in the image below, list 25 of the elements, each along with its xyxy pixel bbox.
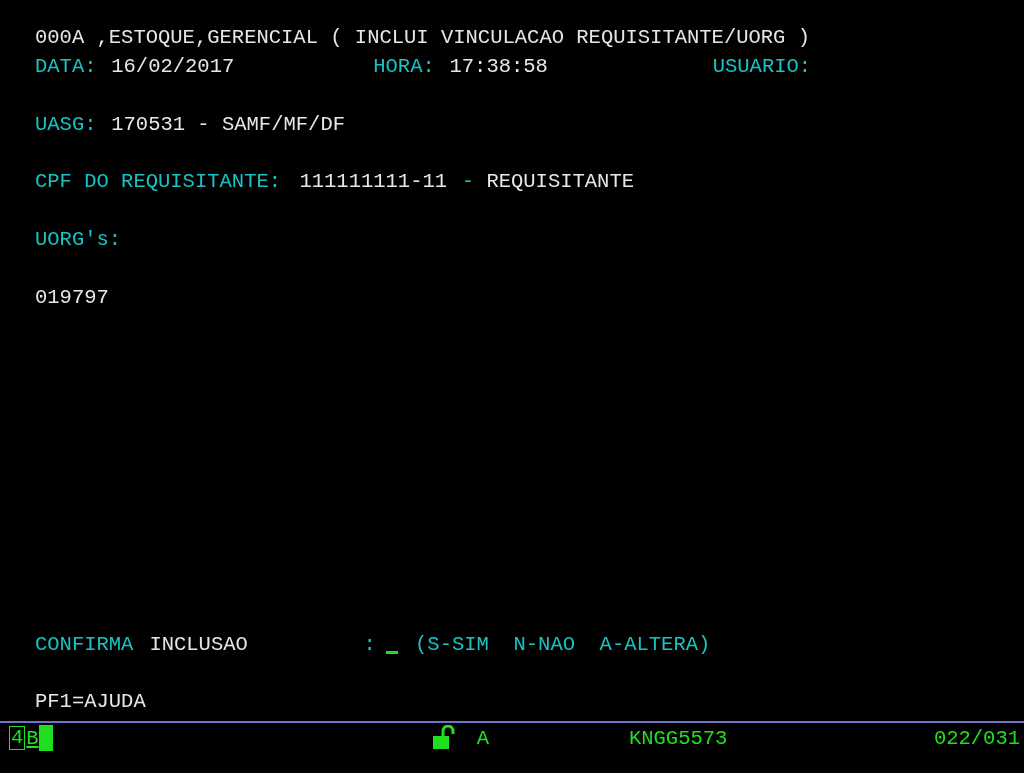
mode-indicator: A <box>476 726 489 750</box>
field-label: DATA: <box>35 53 97 80</box>
field-label: HORA: <box>373 53 435 80</box>
field-label: : <box>363 631 376 658</box>
field-label: - <box>461 169 475 196</box>
field-value: 17:38:58 <box>449 53 548 80</box>
field-value: 111111111-11 <box>299 169 448 196</box>
field-value: PF1=AJUDA <box>35 689 146 716</box>
field-value: REQUISITANTE <box>486 169 635 196</box>
field-label: USUARIO: <box>712 53 812 80</box>
session-indicator: 4 <box>9 726 26 750</box>
field-value: 019797 <box>35 285 109 311</box>
field-value: 170531 - SAMF/MF/DF <box>111 111 345 138</box>
field-label: CONFIRMA <box>35 631 134 658</box>
field-value: 000A ,ESTOQUE,GERENCIAL ( INCLUI VINCULACAO REQUISITANTE/UORG ) <box>35 25 811 51</box>
field-value: INCLUSAO <box>149 631 248 658</box>
cursor-block <box>38 725 53 751</box>
session-letter: B <box>26 726 39 750</box>
lu-name: KNGG5573 <box>628 726 728 750</box>
cursor-position: 022/031 <box>933 726 1020 750</box>
field-value: 16/02/2017 <box>111 53 235 80</box>
field-label: UORG's: <box>35 227 122 254</box>
field-label: UASG: <box>35 111 97 138</box>
field-label: (S-SIM N-NAO A-ALTERA) <box>415 631 711 658</box>
field-label: CPF DO REQUISITANTE: <box>35 169 282 196</box>
